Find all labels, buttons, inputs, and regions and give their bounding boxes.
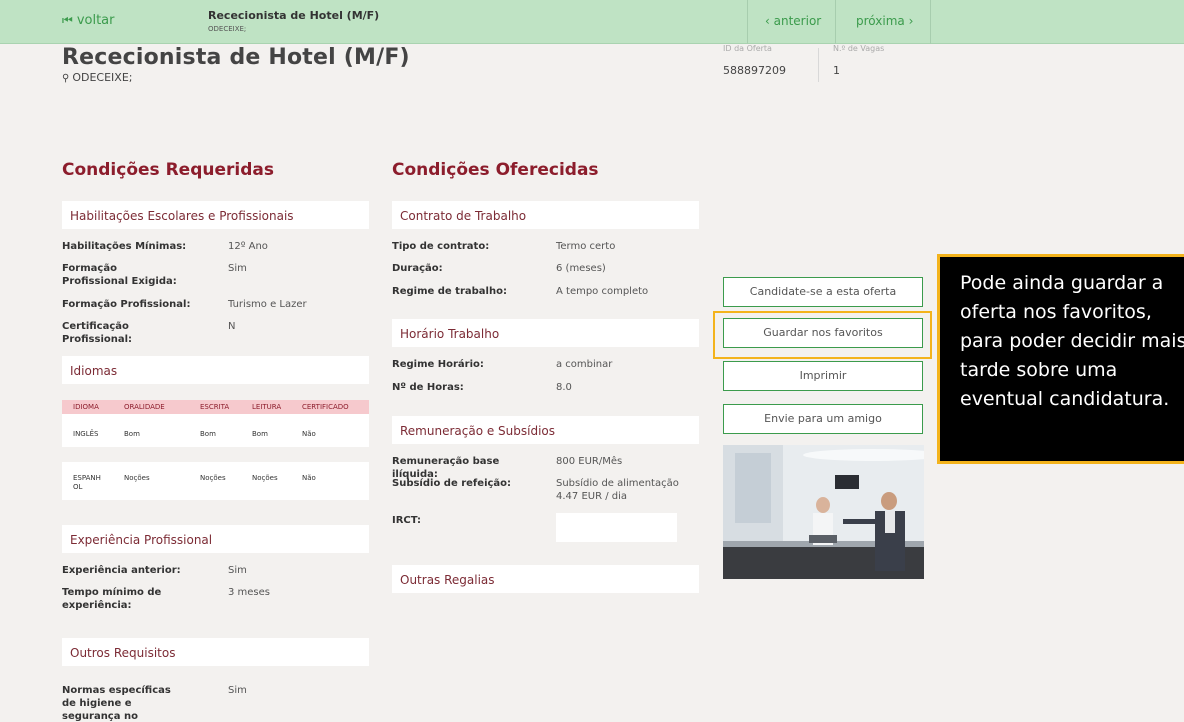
back-link[interactable]: ⏮ voltar xyxy=(62,13,114,28)
job-location: ⚲ ODECEIXE; xyxy=(62,71,132,84)
info-value: 6 (meses) xyxy=(556,263,606,274)
info-key: Regime Horário: xyxy=(392,359,484,370)
info-key: Experiência anterior: xyxy=(62,565,181,576)
info-value: N xyxy=(228,321,236,332)
table-row: INGLÊS Bom Bom Bom Não xyxy=(62,414,369,447)
info-value: Subsídio de alimentação 4.47 EUR / dia xyxy=(556,478,679,502)
table-cell: ESPANHOL xyxy=(73,474,101,491)
info-value: Termo certo xyxy=(556,241,616,252)
table-cell: Não xyxy=(302,474,316,482)
perks-box: Outras Regalias xyxy=(392,565,699,593)
highlight-frame xyxy=(713,311,932,359)
table-cell: Bom xyxy=(252,430,268,438)
info-value: Sim xyxy=(228,565,247,576)
info-key: Certificação Profissional: xyxy=(62,321,133,345)
info-key: Normas específicas de higiene e seguranç… xyxy=(62,685,171,722)
info-value: Sim xyxy=(228,685,247,696)
info-key: Subsídio de refeição: xyxy=(392,478,512,489)
required-conditions-heading: Condições Requeridas xyxy=(62,160,274,180)
tip-callout: Pode ainda guardar a oferta nos favorito… xyxy=(937,254,1184,464)
info-key: Duração: xyxy=(392,263,443,274)
info-value: 8.0 xyxy=(556,382,572,393)
table-cell: Não xyxy=(302,430,316,438)
info-key: Tipo de contrato: xyxy=(392,241,490,252)
table-cell: Bom xyxy=(124,430,140,438)
info-value: 800 EUR/Mês xyxy=(556,456,623,467)
info-key: Formação Profissional Exigida: xyxy=(62,263,177,287)
apply-button[interactable]: Candidate-se a esta oferta xyxy=(723,277,923,307)
contract-box: Contrato de Trabalho xyxy=(392,201,699,229)
info-value: Turismo e Lazer xyxy=(228,299,307,310)
vacancies-count: 1 xyxy=(833,64,840,77)
next-label: próxima xyxy=(856,14,905,28)
topbar-location: ODECEIXE; xyxy=(208,25,247,33)
column-header: LEITURA xyxy=(252,403,282,411)
info-key: Nº de Horas: xyxy=(392,382,464,393)
chevron-left-icon: ‹ xyxy=(765,14,774,28)
pay-box: Remuneração e Subsídios xyxy=(392,416,699,444)
divider xyxy=(835,0,836,44)
job-title: Rececionista de Hotel (M/F) xyxy=(62,45,410,70)
divider xyxy=(930,0,931,44)
table-cell: Noções xyxy=(252,474,278,482)
column-header: IDIOMA xyxy=(73,403,99,411)
offer-id: 588897209 xyxy=(723,64,786,77)
table-row: ESPANHOL Noções Noções Noções Não xyxy=(62,462,369,500)
info-key: IRCT: xyxy=(392,515,422,526)
back-arrow-icon: ⏮ xyxy=(62,13,73,27)
table-cell: INGLÊS xyxy=(73,430,99,438)
column-header: ESCRITA xyxy=(200,403,230,411)
vacancies-label: N.º de Vagas xyxy=(833,44,885,53)
previous-label: anterior xyxy=(773,14,822,28)
info-value: Sim xyxy=(228,263,247,274)
irct-value xyxy=(556,513,677,542)
divider xyxy=(747,0,748,44)
table-cell: Noções xyxy=(200,474,226,482)
table-cell: Bom xyxy=(200,430,216,438)
info-key: Regime de trabalho: xyxy=(392,286,507,297)
chevron-right-icon: › xyxy=(904,14,914,28)
info-key: Formação Profissional: xyxy=(62,299,191,310)
divider xyxy=(818,48,819,82)
column-header: ORALIDADE xyxy=(124,403,165,411)
education-box: Habilitações Escolares e Profissionais xyxy=(62,201,369,229)
schedule-box: Horário Trabalho xyxy=(392,319,699,347)
hotel-reception-photo xyxy=(723,445,924,579)
info-value: a combinar xyxy=(556,359,613,370)
map-pin-icon: ⚲ xyxy=(62,73,70,84)
topbar-title: Rececionista de Hotel (M/F) xyxy=(208,9,380,22)
previous-link[interactable]: ‹ anterior xyxy=(765,14,821,28)
info-value: 3 meses xyxy=(228,587,271,598)
column-header: CERTIFICADO xyxy=(302,403,349,411)
other-requirements-box: Outros Requisitos xyxy=(62,638,369,666)
print-button[interactable]: Imprimir xyxy=(723,361,923,391)
info-value: 12º Ano xyxy=(228,241,268,252)
languages-box: Idiomas xyxy=(62,356,369,384)
info-key: Habilitações Mínimas: xyxy=(62,241,187,252)
job-location-text: ODECEIXE; xyxy=(72,71,133,84)
back-label: voltar xyxy=(76,13,115,28)
offered-conditions-heading: Condições Oferecidas xyxy=(392,160,599,180)
info-key: Tempo mínimo de experiência: xyxy=(62,587,162,611)
languages-table-header: IDIOMA ORALIDADE ESCRITA LEITURA CERTIFI… xyxy=(62,400,369,414)
info-value: A tempo completo xyxy=(556,286,649,297)
next-link[interactable]: próxima › xyxy=(856,14,913,28)
send-to-friend-button[interactable]: Envie para um amigo xyxy=(723,404,923,434)
sticky-header-bar: ⏮ voltar Rececionista de Hotel (M/F) ODEC… xyxy=(0,0,1184,44)
offer-id-label: ID da Oferta xyxy=(723,44,772,53)
table-cell: Noções xyxy=(124,474,150,482)
experience-box: Experiência Profissional xyxy=(62,525,369,553)
